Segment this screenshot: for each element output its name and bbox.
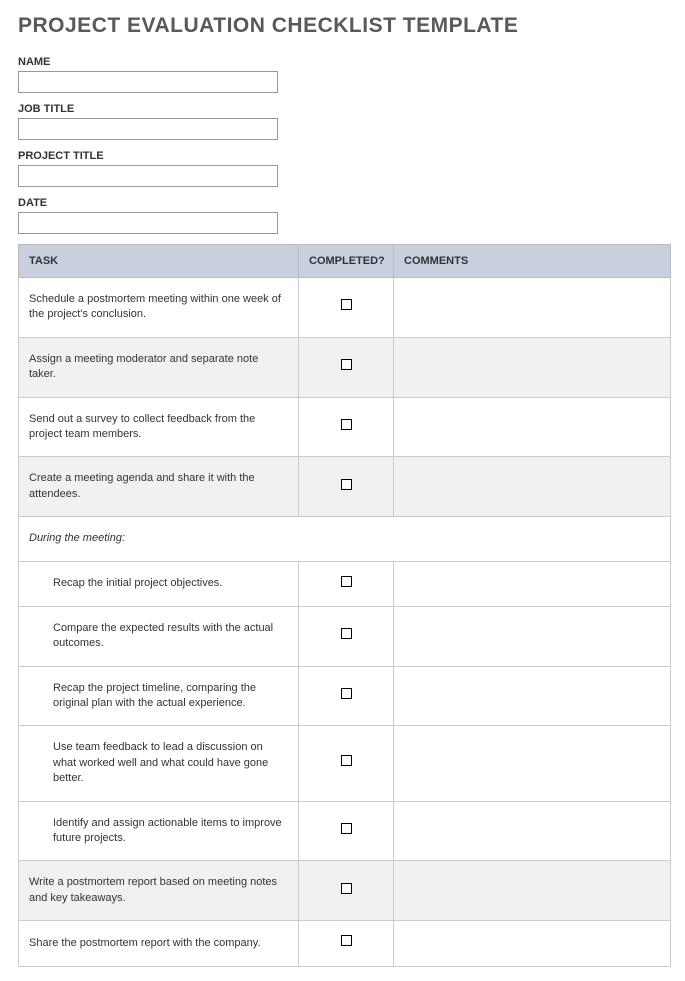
comments-cell[interactable] [394,606,671,666]
task-cell: Assign a meeting moderator and separate … [19,337,299,397]
checkbox[interactable] [341,299,352,310]
completed-cell [299,726,394,801]
comments-cell[interactable] [394,457,671,517]
completed-cell [299,397,394,457]
comments-cell[interactable] [394,726,671,801]
checkbox[interactable] [341,359,352,370]
table-row: Compare the expected results with the ac… [19,606,671,666]
page-title: PROJECT EVALUATION CHECKLIST TEMPLATE [18,14,671,38]
checkbox[interactable] [341,479,352,490]
completed-cell [299,457,394,517]
checkbox[interactable] [341,419,352,430]
table-row: Write a postmortem report based on meeti… [19,861,671,921]
name-field-group: NAME [18,56,671,93]
column-header-comments: COMMENTS [394,245,671,278]
completed-cell [299,861,394,921]
section-heading: During the meeting: [19,517,671,561]
column-header-task: TASK [19,245,299,278]
completed-cell [299,666,394,726]
table-row: Recap the project timeline, comparing th… [19,666,671,726]
checklist-table: TASK COMPLETED? COMMENTS Schedule a post… [18,244,671,967]
name-input[interactable] [18,71,278,93]
table-row: Send out a survey to collect feedback fr… [19,397,671,457]
column-header-completed: COMPLETED? [299,245,394,278]
checkbox[interactable] [341,883,352,894]
task-cell: Schedule a postmortem meeting within one… [19,278,299,338]
comments-cell[interactable] [394,278,671,338]
name-label: NAME [18,56,671,68]
checkbox[interactable] [341,628,352,639]
task-cell: Recap the project timeline, comparing th… [19,666,299,726]
project-title-input[interactable] [18,165,278,187]
comments-cell[interactable] [394,337,671,397]
checkbox[interactable] [341,755,352,766]
table-row: Assign a meeting moderator and separate … [19,337,671,397]
task-text: Identify and assign actionable items to … [29,816,288,847]
task-cell: Identify and assign actionable items to … [19,801,299,861]
completed-cell [299,337,394,397]
table-row: Create a meeting agenda and share it wit… [19,457,671,517]
job-title-label: JOB TITLE [18,103,671,115]
task-cell: Recap the initial project objectives. [19,561,299,606]
task-cell: Share the postmortem report with the com… [19,921,299,966]
completed-cell [299,606,394,666]
task-text: Use team feedback to lead a discussion o… [29,740,288,786]
table-row: Use team feedback to lead a discussion o… [19,726,671,801]
date-field-group: DATE [18,197,671,234]
job-title-input[interactable] [18,118,278,140]
table-row: Recap the initial project objectives. [19,561,671,606]
comments-cell[interactable] [394,397,671,457]
completed-cell [299,921,394,966]
job-title-field-group: JOB TITLE [18,103,671,140]
date-input[interactable] [18,212,278,234]
task-cell: Use team feedback to lead a discussion o… [19,726,299,801]
comments-cell[interactable] [394,801,671,861]
table-row: During the meeting: [19,517,671,561]
table-row: Share the postmortem report with the com… [19,921,671,966]
comments-cell[interactable] [394,861,671,921]
task-cell: Send out a survey to collect feedback fr… [19,397,299,457]
checkbox[interactable] [341,935,352,946]
task-cell: Create a meeting agenda and share it wit… [19,457,299,517]
task-text: Compare the expected results with the ac… [29,621,288,652]
comments-cell[interactable] [394,561,671,606]
completed-cell [299,561,394,606]
project-title-label: PROJECT TITLE [18,150,671,162]
date-label: DATE [18,197,671,209]
checkbox[interactable] [341,823,352,834]
task-cell: Write a postmortem report based on meeti… [19,861,299,921]
checkbox[interactable] [341,576,352,587]
completed-cell [299,801,394,861]
comments-cell[interactable] [394,921,671,966]
completed-cell [299,278,394,338]
comments-cell[interactable] [394,666,671,726]
table-row: Schedule a postmortem meeting within one… [19,278,671,338]
checkbox[interactable] [341,688,352,699]
task-text: Recap the initial project objectives. [29,576,288,591]
task-cell: Compare the expected results with the ac… [19,606,299,666]
project-title-field-group: PROJECT TITLE [18,150,671,187]
task-text: Recap the project timeline, comparing th… [29,681,288,712]
table-row: Identify and assign actionable items to … [19,801,671,861]
